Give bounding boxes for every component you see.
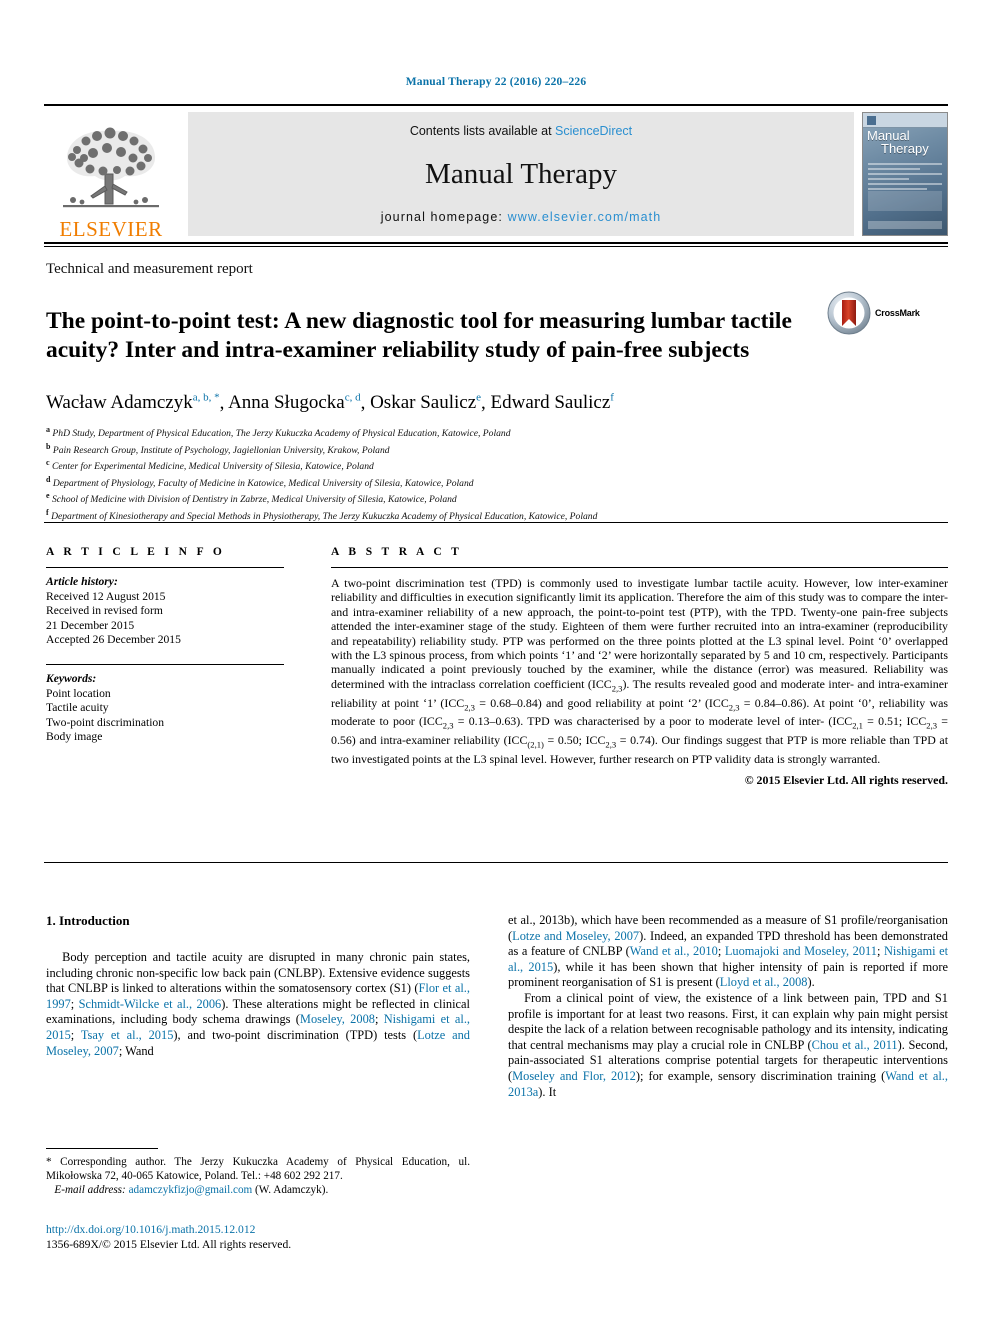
author-list: Wacław Adamczyka, b, *, Anna Sługockac, … bbox=[46, 392, 614, 414]
abstract-heading: A B S T R A C T bbox=[331, 546, 463, 558]
sciencedirect-link[interactable]: ScienceDirect bbox=[555, 124, 632, 138]
keyword-list: Keywords: Point location Tactile acuity … bbox=[46, 672, 284, 745]
affiliation-text: Department of Physiology, Faculty of Med… bbox=[52, 477, 474, 489]
homepage-prefix: journal homepage: bbox=[380, 210, 508, 224]
author-name: Oskar Saulicz bbox=[370, 392, 477, 414]
affiliation-item: c Center for Experimental Medicine, Medi… bbox=[46, 457, 946, 474]
cover-title: Manual Therapy bbox=[867, 129, 929, 155]
author-marks: c, d bbox=[344, 392, 361, 404]
cover-image-block bbox=[868, 191, 942, 211]
author-entry: Edward Sauliczf bbox=[491, 392, 614, 413]
abstract-block-bottom-rule bbox=[44, 862, 948, 863]
affiliation-text: School of Medicine with Division of Dent… bbox=[51, 494, 457, 506]
crossmark-icon bbox=[827, 291, 871, 335]
elsevier-wordmark: ELSEVIER bbox=[59, 217, 163, 241]
history-item: Received 12 August 2015 bbox=[46, 589, 166, 603]
masthead-bottom-rule bbox=[44, 246, 948, 247]
affiliation-text: PhD Study, Department of Physical Educat… bbox=[52, 428, 511, 440]
history-item: Accepted 26 December 2015 bbox=[46, 633, 181, 647]
author-name: Wacław Adamczyk bbox=[46, 392, 193, 414]
keywords-label: Keywords: bbox=[46, 671, 97, 685]
abstract-rule bbox=[331, 567, 948, 568]
history-item: Received in revised form bbox=[46, 604, 163, 618]
author-name: Edward Saulicz bbox=[490, 392, 611, 414]
crossmark-label: CrossMark bbox=[875, 308, 920, 318]
body-column-left: Body perception and tactile acuity are d… bbox=[46, 950, 470, 1059]
cover-footer-band bbox=[868, 221, 942, 229]
article-history: Article history: Received 12 August 2015… bbox=[46, 575, 284, 648]
keyword-item: Two-point discrimination bbox=[46, 715, 165, 729]
body-column-right: et al., 2013b), which have been recommen… bbox=[508, 913, 948, 1100]
email-address-suffix: (W. Adamczyk). bbox=[255, 1184, 329, 1196]
affiliation-item: b Pain Research Group, Institute of Psyc… bbox=[46, 441, 946, 458]
affiliation-text: Department of Kinesiotherapy and Special… bbox=[51, 511, 598, 523]
keywords-rule bbox=[46, 663, 284, 665]
affiliation-list: a PhD Study, Department of Physical Educ… bbox=[46, 424, 946, 524]
affiliation-mark: b bbox=[46, 441, 51, 451]
article-history-label: Article history: bbox=[46, 575, 118, 588]
keyword-item: Body image bbox=[46, 730, 103, 744]
section-heading-introduction: 1. Introduction bbox=[46, 913, 130, 928]
affiliation-mark: f bbox=[46, 507, 49, 517]
affiliation-mark: d bbox=[46, 474, 51, 484]
abstract-column: A B S T R A C T A two-point discriminati… bbox=[331, 546, 948, 788]
journal-article-page: Manual Therapy 22 (2016) 220–226 ELSEVIE… bbox=[0, 0, 992, 1323]
author-marks: f bbox=[610, 392, 614, 404]
affiliation-text: Pain Research Group, Institute of Psycho… bbox=[52, 444, 390, 456]
author-entry: Oskar Saulicze bbox=[370, 392, 481, 413]
author-entry: Anna Sługockac, d bbox=[228, 392, 361, 413]
cover-header-band bbox=[863, 113, 947, 128]
cover-text-lines bbox=[868, 163, 942, 193]
keyword-item: Tactile acuity bbox=[46, 701, 109, 715]
affiliation-mark: e bbox=[46, 491, 50, 501]
elsevier-tree-icon bbox=[63, 127, 159, 208]
cover-title-line2: Therapy bbox=[881, 141, 929, 156]
masthead-center: Contents lists available at ScienceDirec… bbox=[188, 112, 854, 236]
page-title: The point-to-point test: A new diagnosti… bbox=[46, 307, 792, 363]
running-head: Manual Therapy 22 (2016) 220–226 bbox=[405, 76, 587, 88]
affiliation-text: Center for Experimental Medicine, Medica… bbox=[51, 461, 374, 473]
author-entry: Wacław Adamczyka, b, * bbox=[46, 392, 220, 413]
journal-title: Manual Therapy bbox=[425, 157, 617, 190]
paragraph: et al., 2013b), which have been recommen… bbox=[508, 913, 949, 990]
author-name: Anna Sługocka bbox=[228, 392, 345, 414]
article-info-column: A R T I C L E I N F O Article history: R… bbox=[46, 546, 284, 745]
abstract-text: A two-point discrimination test (TPD) is… bbox=[331, 576, 949, 766]
history-item: 21 December 2015 bbox=[46, 618, 135, 632]
contents-available-line: Contents lists available at ScienceDirec… bbox=[410, 124, 632, 138]
paragraph: From a clinical point of view, the exist… bbox=[508, 990, 949, 1099]
article-type-label: Technical and measurement report bbox=[46, 261, 253, 277]
corresponding-author-text: * Corresponding author. The Jerzy Kukucz… bbox=[46, 1156, 470, 1182]
abstract-copyright: © 2015 Elsevier Ltd. All rights reserved… bbox=[744, 773, 948, 788]
article-info-heading: A R T I C L E I N F O bbox=[46, 546, 226, 558]
author-marks: e bbox=[476, 392, 482, 404]
footnote-rule bbox=[46, 1148, 158, 1149]
email-address-label: E-mail address: bbox=[54, 1184, 126, 1196]
affiliation-item: a PhD Study, Department of Physical Educ… bbox=[46, 424, 946, 441]
contents-prefix: Contents lists available at bbox=[409, 124, 556, 138]
article-info-rule bbox=[46, 567, 284, 568]
journal-homepage-link[interactable]: www.elsevier.com/math bbox=[508, 210, 662, 224]
doi-link[interactable]: http://dx.doi.org/10.1016/j.math.2015.12… bbox=[46, 1223, 470, 1238]
journal-homepage-line: journal homepage: www.elsevier.com/math bbox=[381, 210, 662, 224]
crossmark-badge[interactable]: CrossMark bbox=[827, 291, 949, 335]
affiliation-item: d Department of Physiology, Faculty of M… bbox=[46, 474, 946, 491]
affiliation-mark: c bbox=[46, 458, 50, 468]
journal-masthead: ELSEVIER Contents lists available at Sci… bbox=[44, 104, 948, 244]
affiliation-mark: a bbox=[46, 425, 50, 434]
affiliation-item: e School of Medicine with Division of De… bbox=[46, 490, 946, 507]
paragraph: Body perception and tactile acuity are d… bbox=[46, 950, 471, 1058]
journal-cover-thumbnail: Manual Therapy bbox=[862, 112, 948, 236]
elsevier-logo: ELSEVIER bbox=[44, 106, 178, 242]
issn-copyright-line: 1356-689X/© 2015 Elsevier Ltd. All right… bbox=[46, 1237, 292, 1251]
doi-block: http://dx.doi.org/10.1016/j.math.2015.12… bbox=[46, 1223, 470, 1252]
keyword-item: Point location bbox=[46, 686, 111, 700]
abstract-block-top-rule bbox=[44, 522, 948, 523]
corresponding-author-footnote: * Corresponding author. The Jerzy Kukucz… bbox=[46, 1155, 470, 1197]
email-address-link[interactable]: adamczykfizjo@gmail.com bbox=[129, 1184, 253, 1196]
author-marks: a, b, * bbox=[192, 392, 220, 404]
